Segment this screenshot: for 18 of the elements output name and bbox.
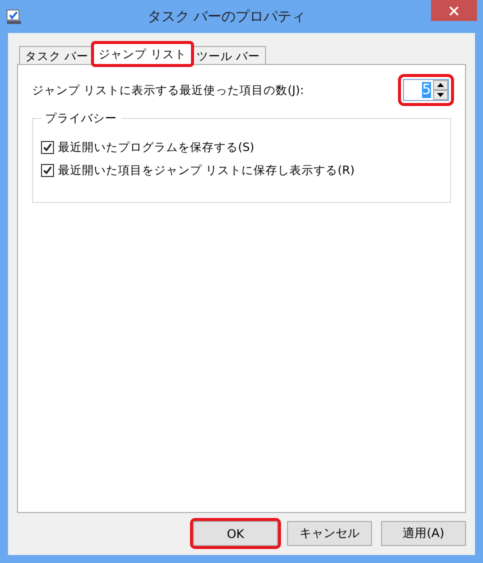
dialog-button[interactable]: キャンセル (287, 521, 372, 546)
up-button[interactable] (433, 80, 448, 90)
group-title: プライバシー (44, 111, 118, 126)
up-arrow-icon (437, 83, 444, 87)
checkbox[interactable] (41, 164, 54, 177)
down-button[interactable] (433, 90, 448, 100)
recent-items-label: ジャンプ リストに表示する最近使った項目の数(J): (32, 82, 304, 98)
checkbox-label[interactable]: 最近開いた項目をジャンプ リストに保存し表示する(R) (58, 163, 355, 178)
taskbar-icon (6, 8, 22, 24)
checkbox-label[interactable]: 最近開いたプログラムを保存する(S) (58, 140, 254, 155)
close-button[interactable] (431, 0, 477, 21)
window-title: タスク バーのプロパティ (146, 8, 307, 26)
checkbox[interactable] (41, 141, 54, 154)
dialog-button[interactable]: 適用(A) (381, 521, 466, 546)
tab[interactable]: ジャンプ リスト (92, 43, 192, 65)
dialog-button[interactable]: OK (193, 521, 278, 546)
down-arrow-icon (437, 93, 444, 97)
close-icon (449, 6, 459, 16)
